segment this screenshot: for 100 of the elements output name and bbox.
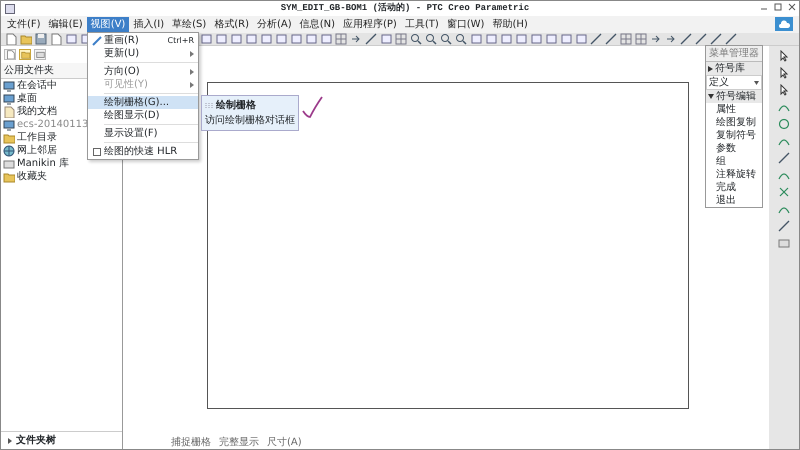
square-icon[interactable]	[485, 33, 497, 45]
cloud-icon	[778, 20, 790, 28]
square-icon[interactable]	[305, 33, 317, 45]
menu-item[interactable]: 绘图显示(D)	[88, 109, 198, 122]
folder-item[interactable]: 收藏夹	[1, 170, 122, 183]
square-icon[interactable]	[200, 33, 212, 45]
status-text: 完整显示	[219, 436, 259, 449]
menu-manager-item[interactable]: 组	[706, 155, 762, 168]
square-icon[interactable]	[260, 33, 272, 45]
globe-icon	[3, 144, 15, 156]
dropdown-field[interactable]: 定义	[706, 75, 762, 90]
line-icon[interactable]	[680, 33, 692, 45]
square-icon[interactable]	[275, 33, 287, 45]
expand-arrow-icon[interactable]	[7, 438, 13, 444]
navigator-tab[interactable]	[19, 49, 31, 60]
menu-item[interactable]: 草绘(S)	[168, 17, 210, 32]
arrow-icon[interactable]	[665, 33, 677, 45]
circle-icon[interactable]	[778, 118, 790, 130]
line-icon[interactable]	[778, 220, 790, 232]
menu-item[interactable]: 格式(R)	[210, 17, 254, 32]
menu-item[interactable]: 插入(I)	[129, 17, 168, 32]
pointer-icon[interactable]	[778, 67, 790, 79]
grid-icon[interactable]	[620, 33, 632, 45]
menu-item[interactable]: 应用程序(P)	[338, 17, 401, 32]
status-text: 捕捉栅格	[171, 436, 211, 449]
close-icon[interactable]	[788, 3, 796, 11]
menu-item[interactable]: 分析(A)	[253, 17, 296, 32]
submenu-arrow-icon	[190, 50, 194, 56]
menu-item[interactable]: 更新(U)	[88, 47, 198, 60]
navigator-tab[interactable]	[34, 49, 46, 60]
square-icon[interactable]	[380, 33, 392, 45]
square-icon[interactable]	[560, 33, 572, 45]
line-icon[interactable]	[778, 152, 790, 164]
menu-item[interactable]: 绘图的快速 HLR	[88, 145, 198, 158]
maximize-icon[interactable]	[774, 3, 782, 11]
line-icon[interactable]	[590, 33, 602, 45]
pointer-icon[interactable]	[778, 84, 790, 96]
magnifier-icon[interactable]	[425, 33, 437, 45]
menu-item[interactable]: 重画(R) Ctrl+R	[88, 34, 198, 47]
folder-icon	[20, 50, 30, 59]
navigator-tab[interactable]	[4, 49, 16, 60]
grid-icon	[205, 102, 213, 110]
square-icon[interactable]	[245, 33, 257, 45]
square-icon[interactable]	[290, 33, 302, 45]
menu-item[interactable]: 帮助(H)	[488, 17, 532, 32]
pointer-icon[interactable]	[778, 50, 790, 62]
check-mark-drawing	[301, 95, 323, 119]
page-icon	[6, 50, 14, 59]
menu-manager-item[interactable]: 绘图复制	[706, 116, 762, 129]
collapse-arrow-icon	[708, 94, 714, 99]
square-icon[interactable]	[230, 33, 242, 45]
cross-icon[interactable]	[778, 186, 790, 198]
square-icon[interactable]	[65, 33, 77, 45]
monitor-icon	[3, 92, 15, 104]
magnifier-icon[interactable]	[455, 33, 467, 45]
folder-tree-label[interactable]: 文件夹树	[16, 433, 56, 448]
caret-icon	[754, 80, 759, 84]
menu-item[interactable]: 绘制栅格(G)...	[88, 96, 198, 109]
menu-manager-item[interactable]: 符号库	[706, 62, 762, 75]
arrow-icon[interactable]	[350, 33, 362, 45]
line-icon[interactable]	[710, 33, 722, 45]
menu-item[interactable]: 显示设置(F)	[88, 127, 198, 140]
square-icon[interactable]	[215, 33, 227, 45]
menu-item[interactable]: 信息(N)	[296, 17, 339, 32]
folder-icon	[3, 170, 15, 182]
menu-manager-item[interactable]: 复制符号	[706, 129, 762, 142]
square-icon[interactable]	[575, 33, 587, 45]
menu-manager-item[interactable]: 参数	[706, 142, 762, 155]
line-icon[interactable]	[605, 33, 617, 45]
square-icon[interactable]	[515, 33, 527, 45]
arrow-icon[interactable]	[650, 33, 662, 45]
menu-manager-item[interactable]: 符号编辑	[706, 90, 762, 103]
square-icon[interactable]	[545, 33, 557, 45]
magnifier-icon[interactable]	[410, 33, 422, 45]
menu-item[interactable]: 视图(V)	[86, 17, 130, 32]
menu-item[interactable]: 编辑(E)	[44, 17, 87, 32]
line-icon[interactable]	[365, 33, 377, 45]
grid-icon[interactable]	[335, 33, 347, 45]
menu-item[interactable]: 文件(F)	[3, 17, 45, 32]
folder-item[interactable]: Manikin 库	[1, 157, 122, 170]
tooltip-title: 绘制栅格	[216, 98, 256, 113]
submenu-arrow-icon	[190, 82, 194, 88]
menu-manager-item[interactable]: 退出	[706, 194, 762, 207]
magnifier-icon[interactable]	[440, 33, 452, 45]
cloud-button[interactable]	[775, 17, 793, 31]
square-icon[interactable]	[530, 33, 542, 45]
grid-icon[interactable]	[395, 33, 407, 45]
grid-icon[interactable]	[635, 33, 647, 45]
line-icon[interactable]	[725, 33, 737, 45]
square-icon[interactable]	[500, 33, 512, 45]
submenu-arrow-icon	[190, 68, 194, 74]
line-icon[interactable]	[695, 33, 707, 45]
menu-item[interactable]: 窗口(W)	[442, 17, 488, 32]
square-icon[interactable]	[320, 33, 332, 45]
menu-manager-item[interactable]: 完成	[706, 181, 762, 194]
square-icon[interactable]	[470, 33, 482, 45]
status-text: 尺寸(A)	[267, 436, 302, 449]
menu-manager-item[interactable]: 属性	[706, 103, 762, 116]
menu-manager-item[interactable]: 注释旋转	[706, 168, 762, 181]
menu-item[interactable]: 工具(T)	[400, 17, 443, 32]
